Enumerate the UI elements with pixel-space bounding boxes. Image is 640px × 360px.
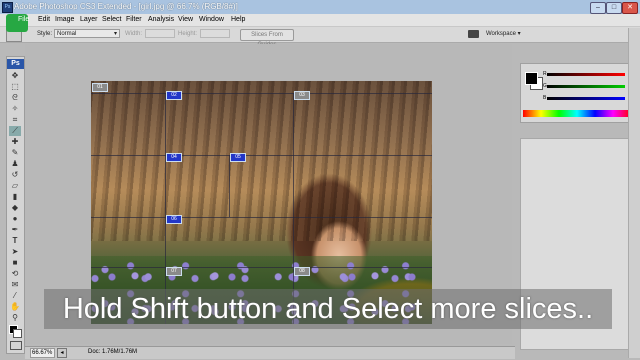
slice-tag[interactable]: 02 xyxy=(166,91,182,100)
shape-tool-icon[interactable]: ■ xyxy=(9,258,21,268)
menu-filter[interactable]: Filter xyxy=(126,15,142,25)
dodge-tool-icon[interactable]: ● xyxy=(9,214,21,224)
slice-tag[interactable]: 08 xyxy=(294,267,310,276)
menu-analysis[interactable]: Analysis xyxy=(148,15,174,25)
doc-size-readout: Doc: 1.76M/1.76M xyxy=(88,349,138,355)
slice-tool-icon[interactable]: ⟋ xyxy=(9,126,21,136)
style-label: Style: xyxy=(37,31,53,37)
workspace-button[interactable]: Workspace ▾ xyxy=(486,29,526,39)
caption-text: Hold Shift button and Select more slices… xyxy=(62,293,594,325)
height-label: Height: xyxy=(178,31,198,37)
quick-mask-icon[interactable] xyxy=(10,341,22,350)
height-field[interactable] xyxy=(200,29,230,38)
path-selection-icon[interactable]: ➤ xyxy=(9,247,21,257)
slice-tag[interactable]: 07 xyxy=(166,267,182,276)
menu-window[interactable]: Window xyxy=(199,15,224,25)
eyedropper-tool-icon[interactable]: ⁄ xyxy=(9,291,21,301)
menu-image[interactable]: Image xyxy=(55,15,74,25)
channel-label-b: B xyxy=(543,95,547,101)
background-color-swatch[interactable] xyxy=(13,329,22,338)
tools-panel: Ps ✥ ⬚ ᘓ ✧ ⌗ ⟋ ✚ ✎ ♟ ↺ ▱ ▮ ◆ ● ✒ T ➤ ■ ⟲… xyxy=(6,56,25,354)
slices-from-guides-button[interactable]: Slices From Guides xyxy=(240,29,294,48)
style-value: Normal xyxy=(57,31,77,37)
camera-icon[interactable] xyxy=(468,30,479,38)
color-spectrum-bar[interactable] xyxy=(523,110,631,117)
blur-tool-icon[interactable]: ◆ xyxy=(9,203,21,213)
magic-wand-tool-icon[interactable]: ✧ xyxy=(9,104,21,114)
eraser-tool-icon[interactable]: ▱ xyxy=(9,181,21,191)
slice-tag[interactable]: 05 xyxy=(230,153,246,162)
notes-tool-icon[interactable]: ✉ xyxy=(9,280,21,290)
zoom-tool-icon[interactable]: ⚲ xyxy=(9,313,21,323)
menu-edit[interactable]: Edit xyxy=(38,15,50,25)
slice-line xyxy=(91,267,432,268)
menu-file[interactable]: File xyxy=(18,15,29,25)
crop-tool-icon[interactable]: ⌗ xyxy=(9,115,21,125)
slice-line xyxy=(91,155,432,156)
slice-tag[interactable]: 06 xyxy=(166,215,182,224)
slice-tag[interactable]: 01 xyxy=(92,83,108,92)
options-bar: Style: Normal ▾ Width: Height: Slices Fr… xyxy=(0,27,640,48)
slice-line xyxy=(229,155,230,217)
window-title: Adobe Photoshop CS3 Extended - [girl.jpg… xyxy=(14,2,238,11)
document-image[interactable]: 01 02 03 04 05 06 07 08 xyxy=(91,81,432,324)
healing-brush-icon[interactable]: ✚ xyxy=(9,137,21,147)
slice-line xyxy=(91,93,432,94)
marquee-tool-icon[interactable]: ⬚ xyxy=(9,82,21,92)
app-icon: Ps xyxy=(2,2,13,13)
slice-tag[interactable]: 03 xyxy=(294,91,310,100)
clone-stamp-icon[interactable]: ♟ xyxy=(9,159,21,169)
panel-dock-edge xyxy=(628,28,640,358)
green-slider[interactable] xyxy=(547,85,625,88)
lasso-tool-icon[interactable]: ᘓ xyxy=(9,93,21,103)
menu-layer[interactable]: Layer xyxy=(80,15,98,25)
pen-tool-icon[interactable]: ✒ xyxy=(9,225,21,235)
3d-rotate-icon[interactable]: ⟲ xyxy=(9,269,21,279)
blue-slider[interactable] xyxy=(547,97,625,100)
menu-bar: File Edit Image Layer Select Filter Anal… xyxy=(0,14,640,27)
brush-tool-icon[interactable]: ✎ xyxy=(9,148,21,158)
menu-help[interactable]: Help xyxy=(231,15,245,25)
close-button[interactable]: ✕ xyxy=(622,2,638,14)
history-brush-icon[interactable]: ↺ xyxy=(9,170,21,180)
menu-select[interactable]: Select xyxy=(102,15,121,25)
menu-view[interactable]: View xyxy=(178,15,193,25)
title-bar: Ps Adobe Photoshop CS3 Extended - [girl.… xyxy=(0,0,640,15)
type-tool-icon[interactable]: T xyxy=(9,236,21,246)
hand-tool-icon[interactable]: ✋ xyxy=(9,302,21,312)
width-label: Width: xyxy=(125,31,143,37)
maximize-button[interactable]: □ xyxy=(606,2,622,14)
gradient-tool-icon[interactable]: ▮ xyxy=(9,192,21,202)
caption-overlay: Hold Shift button and Select more slices… xyxy=(44,289,612,329)
zoom-field[interactable]: 66.67% xyxy=(30,348,55,358)
foreground-color-swatch[interactable] xyxy=(525,72,538,85)
chevron-down-icon: ▾ xyxy=(113,31,117,37)
ps-logo: Ps xyxy=(7,59,24,69)
move-tool-icon[interactable]: ✥ xyxy=(9,71,21,81)
width-field[interactable] xyxy=(145,29,175,38)
minimize-button[interactable]: – xyxy=(590,2,606,14)
style-select[interactable]: Normal ▾ xyxy=(54,29,120,38)
slice-line xyxy=(91,217,432,218)
status-menu-icon[interactable]: ◂ xyxy=(57,348,67,358)
red-slider[interactable] xyxy=(547,73,625,76)
slice-tag[interactable]: 04 xyxy=(166,153,182,162)
